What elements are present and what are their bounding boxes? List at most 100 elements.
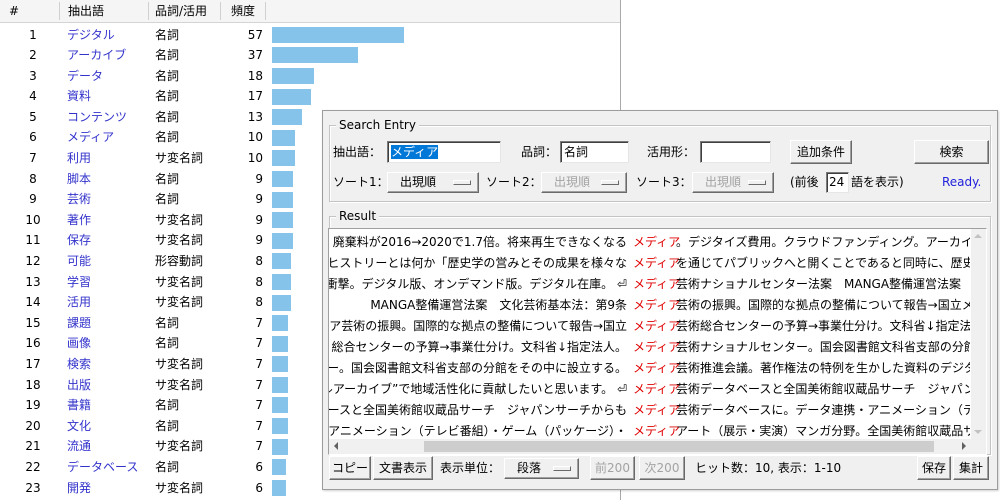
left-context-text: ック・ヒストリーとは何か「歴史学の営みとその成果を様々な [329, 256, 627, 270]
part-of-speech: サ変名詞 [155, 151, 204, 166]
kwic-line[interactable]: ック・ヒストリーとは何か「歴史学の営みとその成果を様々なメディアを通じてパブリッ… [329, 253, 971, 274]
keyword-match: メディア [633, 319, 681, 333]
part-of-speech: 名詞 [155, 171, 180, 186]
scroll-down-button[interactable] [971, 424, 986, 439]
hit-count-text: ヒット数：10, 表示：1-10 [695, 461, 842, 475]
part-of-speech: 名詞 [155, 398, 180, 413]
horizontal-scroll-thumb[interactable] [424, 441, 934, 452]
left-context: 廃棄料が2016→2020で1.7倍。将来再生できなくなる [329, 232, 627, 253]
sort2-dropdown[interactable]: 出現順 [541, 172, 627, 193]
dropdown-indicator-icon [553, 466, 571, 471]
conjugation-label: 活用形： [647, 145, 696, 159]
vertical-scrollbar[interactable] [971, 229, 986, 439]
kwic-line[interactable]: MANGA整備運営法案 文化芸術基本法：第9条 メディア 芸術の振興。国際的な拠点の… [329, 295, 971, 316]
left-context-text: 総合センターの予算→事業仕分け。文科省↓指定法人。 [331, 340, 627, 354]
frequency: 9 [255, 171, 263, 186]
frequency: 17 [247, 89, 263, 104]
header-frequency[interactable]: 頻度 [231, 0, 255, 22]
kwic-line[interactable]: ア芸術の振興。国際的な拠点の整備について報告→国立 メディア 芸術総合センターの予算… [329, 316, 971, 337]
kwic-line[interactable]: 版に衝撃。デジタル版、オンデマンド版。デジタル在庫。 ⏎ メディア 芸術ナショナルセ… [329, 274, 971, 295]
add-condition-button[interactable]: 追加条件 [790, 140, 852, 164]
dropdown-indicator-icon [601, 180, 619, 185]
part-of-speech: 形容動詞 [155, 254, 204, 269]
row-number: 4 [29, 89, 37, 104]
frequency-bar [272, 315, 289, 332]
extracted-word: データ [67, 68, 104, 83]
right-context: 芸術データベースと全国美術館収蔵品サーチ ジャパンサー [676, 382, 970, 396]
frequency: 8 [255, 254, 263, 269]
scroll-up-icon [974, 234, 982, 238]
display-unit-dropdown[interactable]: 段落 [504, 458, 579, 479]
conjugation-input[interactable] [700, 141, 771, 163]
row-number: 20 [25, 418, 41, 433]
extracted-word: 課題 [67, 315, 92, 330]
extracted-word: 活用 [67, 295, 92, 310]
word-row[interactable]: 1 デジタル 名詞 57 [0, 25, 620, 46]
sort1-dropdown[interactable]: 出現順 [387, 172, 479, 193]
summary-button[interactable]: 集計 [953, 456, 989, 480]
scroll-up-button[interactable] [971, 229, 986, 244]
kwic-line[interactable]: タルアーカイブ”で地域活性化に貢献したいと思います。 ⏎ メディア 芸術データベース… [329, 379, 971, 400]
list-header: # 抽出語 品詞/活用 頻度 [0, 0, 620, 23]
scroll-left-button[interactable] [329, 439, 344, 454]
left-context: MANGA整備運営法案 文化芸術基本法：第9条 [329, 295, 627, 316]
row-number: 19 [25, 398, 41, 413]
part-of-speech: サ変名詞 [155, 233, 204, 248]
scroll-right-button[interactable] [956, 439, 971, 454]
scroll-right-icon [962, 442, 966, 450]
row-number: 12 [25, 254, 41, 269]
part-of-speech: 名詞 [155, 130, 180, 145]
word-row[interactable]: 2 アーカイブ 名詞 37 [0, 45, 620, 66]
sort3-dropdown[interactable]: 出現順 [692, 172, 774, 193]
keyword-match: メディア [633, 277, 681, 291]
header-number[interactable]: # [9, 0, 19, 22]
kwic-result-area[interactable]: 廃棄料が2016→2020で1.7倍。将来再生できなくなる メディア 。デジタイズ費… [328, 228, 987, 455]
document-view-button[interactable]: 文書表示 [373, 456, 433, 480]
word-row[interactable]: 4 資料 名詞 17 [0, 86, 620, 107]
word-row[interactable]: 3 データ 名詞 18 [0, 66, 620, 87]
part-of-speech: 名詞 [155, 68, 180, 83]
context-words-input[interactable]: 24 [826, 172, 849, 193]
header-part-of-speech[interactable]: 品詞/活用 [155, 0, 207, 22]
keyword-match: メディア [633, 403, 681, 417]
next-200-button[interactable]: 次200 [639, 456, 685, 480]
frequency-bar [272, 232, 293, 249]
word-input[interactable]: メディア [387, 141, 501, 163]
frequency-bar [272, 356, 289, 373]
row-number: 21 [25, 439, 41, 454]
header-separator[interactable] [59, 2, 60, 20]
row-number: 23 [25, 480, 41, 495]
frequency: 7 [255, 439, 263, 454]
kwic-line[interactable]: タベースと全国美術館収蔵品サーチ ジャパンサーチからも メディア 芸術データベースに… [329, 400, 971, 421]
context-prefix-label: (前後 [790, 175, 819, 189]
previous-200-button[interactable]: 前200 [590, 456, 635, 480]
kwic-line[interactable]: ー。国会図書館文科省支部の分館をその中に設立する。 メディア 芸術推進会議。著作権法… [329, 358, 971, 379]
header-separator[interactable] [148, 2, 149, 20]
kwic-search-window: Search Entry 抽出語： メディア 品詞： 名詞 活用形： 追加条件 … [322, 110, 998, 490]
frequency-bar [272, 418, 289, 435]
frequency-bar [272, 294, 291, 311]
header-word[interactable]: 抽出語 [68, 0, 104, 22]
search-button[interactable]: 検索 [914, 140, 989, 164]
sort2-label: ソート2： [486, 175, 542, 189]
horizontal-scrollbar[interactable] [329, 439, 971, 454]
row-number: 14 [25, 295, 41, 310]
save-button[interactable]: 保存 [917, 456, 951, 480]
frequency-bar [272, 129, 296, 146]
dropdown-indicator-icon [453, 180, 471, 185]
part-of-speech: 名詞 [155, 315, 180, 330]
frequency: 8 [255, 274, 263, 289]
frequency-bar [272, 397, 289, 414]
pos-input[interactable]: 名詞 [560, 141, 629, 163]
header-separator[interactable] [265, 2, 266, 20]
copy-button[interactable]: コピー [329, 456, 371, 480]
kwic-line[interactable]: 総合センターの予算→事業仕分け。文科省↓指定法人。 メディア 芸術ナショナルセンター… [329, 337, 971, 358]
sort2-value: 出現順 [554, 175, 591, 189]
extracted-word: メディア [67, 130, 115, 145]
frequency: 10 [247, 130, 263, 145]
kwic-line[interactable]: 廃棄料が2016→2020で1.7倍。将来再生できなくなる メディア 。デジタイズ費… [329, 232, 971, 253]
row-number: 7 [29, 151, 37, 166]
part-of-speech: 名詞 [155, 27, 180, 42]
header-separator[interactable] [220, 2, 221, 20]
row-number: 11 [25, 233, 41, 248]
